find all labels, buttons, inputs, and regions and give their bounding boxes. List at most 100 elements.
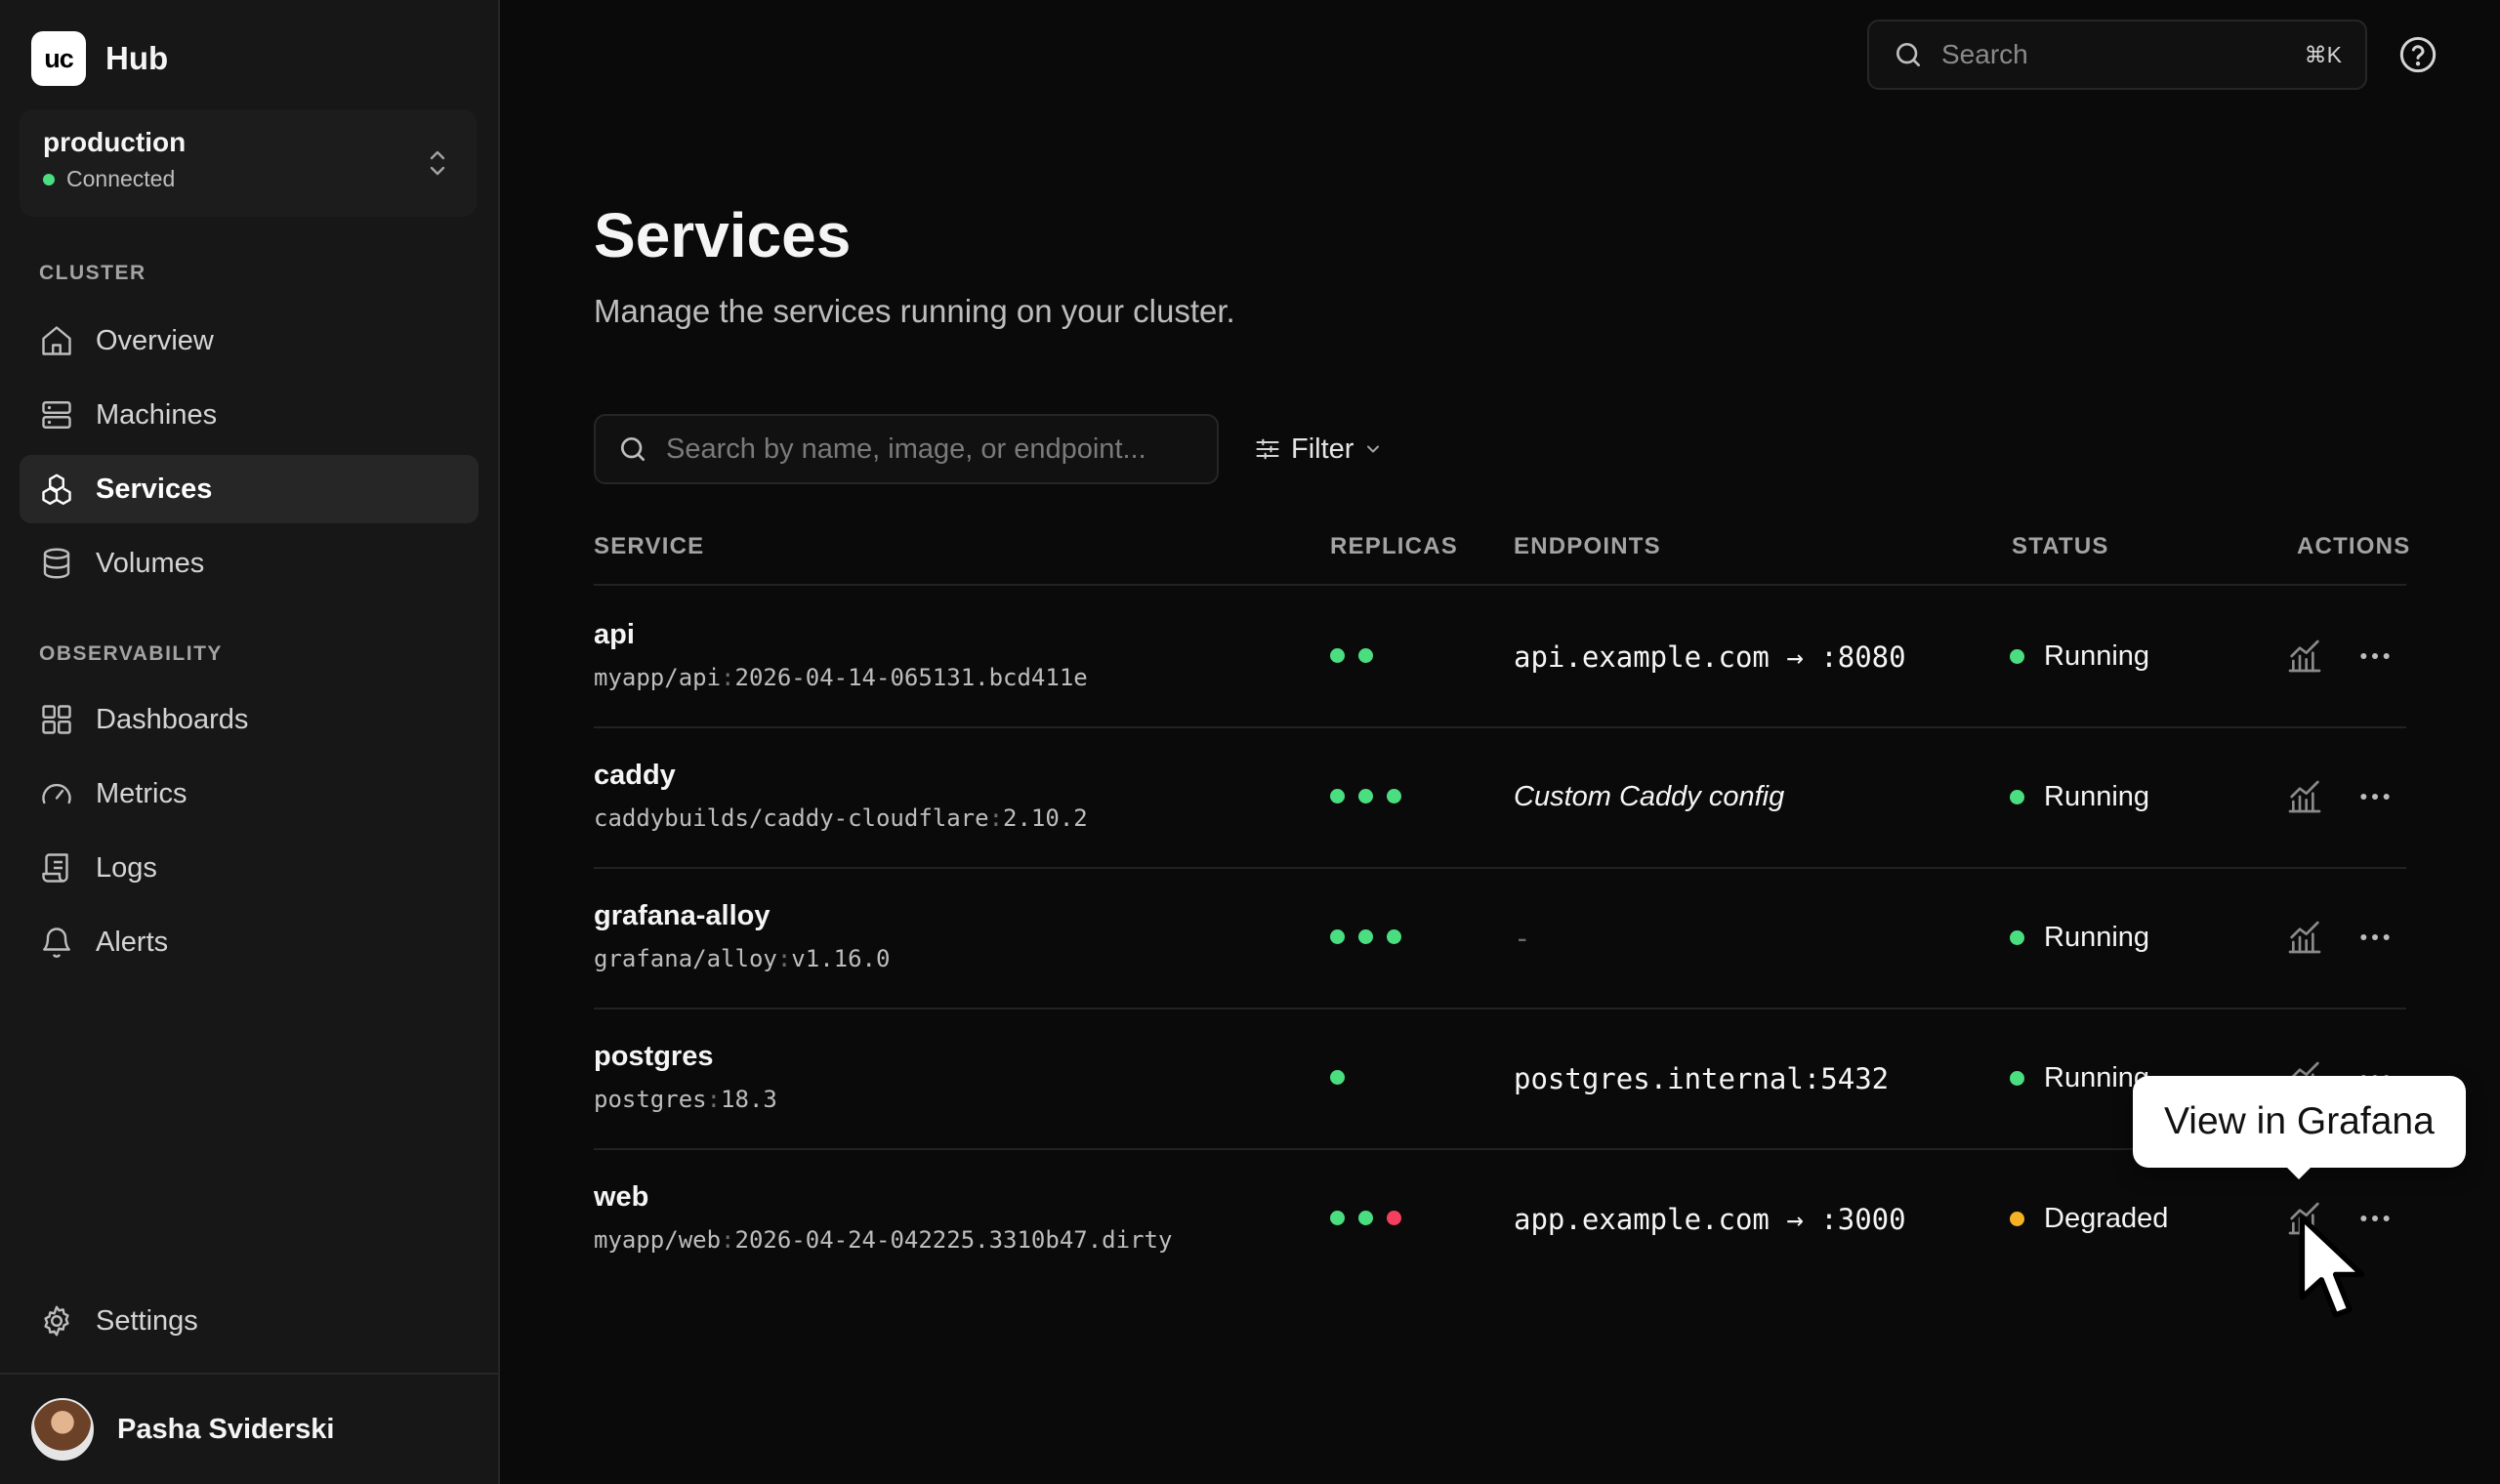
service-image: postgres:18.3 [594,1086,777,1113]
help-icon[interactable] [2398,35,2438,74]
service-name[interactable]: caddy [594,760,676,792]
replica-dot [1358,929,1373,944]
replica-dot [1330,1070,1345,1085]
endpoint: postgres.internal:5432 [1514,1062,1890,1095]
table-row[interactable]: grafana-alloy grafana/alloy:v1.16.0 - Ru… [0,867,2500,1008]
brand-name: Hub [105,40,169,76]
database-icon [43,548,70,579]
avatar [31,1398,94,1461]
replica-dot [1387,789,1401,804]
gear-icon [44,1305,69,1337]
endpoint: Custom Caddy config [1514,781,1785,812]
brand[interactable]: uc Hub [31,31,168,86]
filter-button[interactable]: Filter [1254,426,1383,473]
sidebar-item-services[interactable]: Services [20,455,479,523]
column-header-replicas[interactable]: REPLICAS [1330,533,1458,560]
service-name[interactable]: web [594,1181,648,1214]
service-search-input[interactable] [666,433,1193,466]
search-icon [621,437,645,461]
table-row[interactable]: web myapp/web:2026-04-24-042225.3310b47.… [0,1148,2500,1289]
status-dot [2010,930,2024,945]
chevron-updown-icon [430,150,445,176]
image-separator: : [721,664,735,691]
view-in-grafana-button[interactable] [2285,777,2324,816]
replica-dot [1387,1211,1401,1225]
service-name[interactable]: postgres [594,1041,713,1073]
column-header-endpoints[interactable]: ENDPOINTS [1514,533,1661,560]
image-separator: : [988,804,1004,832]
search-icon [1896,43,1920,66]
image-repo: myapp/api [594,664,722,691]
chart-icon [2285,637,2324,676]
view-in-grafana-button[interactable] [2285,637,2324,676]
sidebar-item-label: Services [96,473,213,505]
replicas [1330,1070,1345,1085]
image-repo: caddybuilds/caddy-cloudflare [594,804,989,832]
status-label: Degraded [2044,1203,2169,1234]
more-icon [2355,777,2395,816]
more-icon [2355,637,2395,676]
sidebar-item-machines[interactable]: Machines [20,381,479,449]
service-name[interactable]: api [594,619,635,651]
status-badge: Running [2010,640,2149,673]
status-dot [2010,649,2024,664]
chart-icon [2285,777,2324,816]
chevron-down-icon [1367,445,1380,453]
environment-status: Connected [43,166,453,192]
status-dot [2010,1071,2024,1086]
status-label: Running [2044,922,2150,953]
more-icon [2355,918,2395,957]
more-actions-button[interactable] [2355,777,2395,816]
table-row[interactable]: api myapp/api:2026-04-14-065131.bcd411e … [0,586,2500,726]
replicas [1330,648,1373,663]
service-image: caddybuilds/caddy-cloudflare:2.10.2 [594,804,1088,832]
service-name[interactable]: grafana-alloy [594,900,771,932]
search-shortcut: ⌘K [2304,41,2342,67]
services-icon [42,474,71,506]
replica-dot [1358,648,1373,663]
endpoint: - [1514,922,1531,955]
service-image: grafana/alloy:v1.16.0 [594,945,890,972]
user-profile[interactable]: Pasha Sviderski [0,1373,498,1484]
replicas [1330,1211,1401,1225]
image-repo: postgres [594,1086,707,1113]
environment-status-label: Connected [66,166,176,191]
filter-label: Filter [1291,433,1354,465]
more-actions-button[interactable] [2355,918,2395,957]
status-label: Running [2044,640,2150,672]
image-tag: v1.16.0 [791,945,891,972]
table-row[interactable]: postgres postgres:18.3 postgres.internal… [0,1008,2500,1148]
sidebar-item-label: Volumes [96,547,205,579]
environment-name: production [43,127,187,157]
table-row[interactable]: caddy caddybuilds/caddy-cloudflare:2.10.… [0,726,2500,867]
view-in-grafana-button[interactable] [2285,918,2324,957]
status-badge: Degraded [2010,1203,2168,1235]
image-tag: 2.10.2 [1003,804,1088,832]
sidebar-item-label: Machines [96,398,218,431]
section-label-cluster: CLUSTER [39,262,146,284]
connected-dot [43,173,55,186]
replicas [1330,789,1401,804]
image-separator: : [706,1086,722,1113]
endpoint: api.example.com → :8080 [1514,640,1906,674]
replica-dot [1330,648,1345,663]
replica-dot [1358,1211,1373,1225]
image-tag: 2026-04-24-042225.3310b47.dirty [734,1226,1173,1254]
image-separator: : [721,1226,735,1254]
image-tag: 18.3 [721,1086,777,1113]
service-image: myapp/api:2026-04-14-065131.bcd411e [594,664,1088,691]
image-separator: : [776,945,792,972]
replica-dot [1330,1211,1345,1225]
environment-selector[interactable]: production Connected [20,109,477,217]
global-search[interactable]: Search ⌘K [1867,20,2367,90]
more-actions-button[interactable] [2355,637,2395,676]
column-header-service[interactable]: SERVICE [594,533,704,560]
home-icon [42,326,71,355]
sidebar-item-settings[interactable]: Settings [20,1287,479,1355]
image-repo: myapp/web [594,1226,722,1254]
sidebar-item-overview[interactable]: Overview [20,307,479,375]
page-subtitle: Manage the services running on your clus… [594,293,1235,329]
replica-dot [1330,789,1345,804]
column-header-actions: ACTIONS [2297,533,2411,559]
column-header-status[interactable]: STATUS [2012,533,2109,560]
